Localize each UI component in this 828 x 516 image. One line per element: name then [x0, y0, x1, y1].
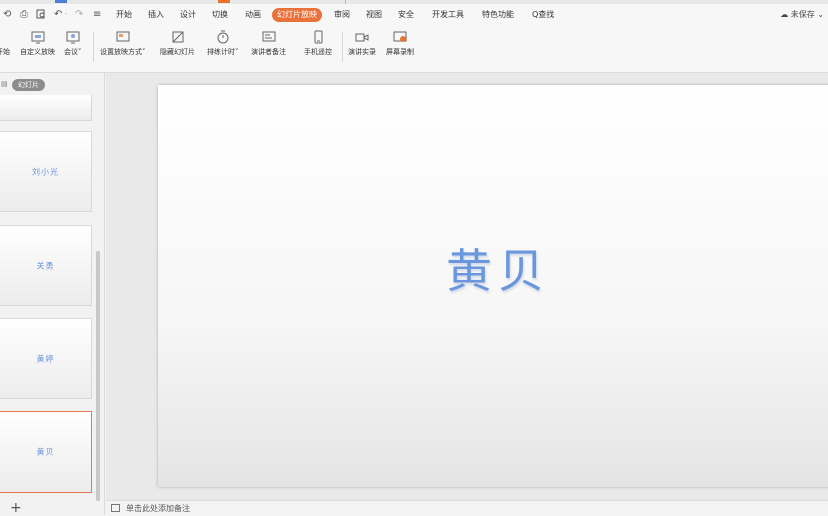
undo-icon[interactable]: ↶ — [54, 9, 62, 21]
menu-view[interactable]: 视图 — [366, 9, 382, 21]
slide-thumbnail-2[interactable]: 关勇 — [0, 225, 92, 306]
add-slide-button[interactable]: + — [10, 501, 22, 515]
menu-review[interactable]: 审阅 — [334, 9, 350, 21]
presentation-record-button[interactable]: 演讲实录 — [348, 30, 376, 57]
menu-animation[interactable]: 动画 — [245, 9, 261, 21]
ribbon-toolbar: 开始 自定义放映 会议˅ 设置放映方式˅ 隐藏幻灯片 排练计时˅ 演讲者备注 手… — [0, 26, 828, 73]
save-status-label: 未保存 — [790, 10, 815, 19]
presenter-notes-button[interactable]: 演讲者备注 — [251, 30, 286, 57]
slide-thumbnail-3[interactable]: 黄婷 — [0, 318, 92, 399]
panel-scrollbar[interactable] — [96, 251, 100, 501]
meeting-button[interactable]: 会议˅ — [64, 30, 82, 57]
custom-slideshow-button[interactable]: 自定义放映 — [20, 30, 55, 57]
thumbnail-title: 关勇 — [36, 261, 55, 270]
thumbnail-title: 黄贝 — [36, 447, 55, 457]
menu-home[interactable]: 开始 — [116, 9, 132, 21]
settings-screen-icon — [116, 31, 130, 42]
hide-slide-button[interactable]: 隐藏幻灯片 — [160, 30, 195, 57]
screen-record-icon — [393, 31, 407, 42]
customize-quick-access-icon[interactable]: ≡ — [93, 9, 101, 21]
notes-bar[interactable]: 单击此处添加备注 — [106, 500, 828, 515]
thumbnail-title: 刘小光 — [32, 167, 59, 176]
ribbon-label: 会议˅ — [64, 48, 82, 56]
outline-icon[interactable]: ▤ — [1, 80, 8, 88]
slide-thumbnail-1[interactable]: 刘小光 — [0, 131, 92, 212]
slide-thumbnail-partial[interactable] — [0, 95, 92, 121]
screen-record-button[interactable]: 屏幕录制 — [386, 30, 414, 57]
ribbon-label: 自定义放映 — [20, 48, 55, 56]
ribbon-separator — [342, 32, 343, 62]
ribbon-label: 演讲者备注 — [251, 48, 286, 56]
slideshow-settings-button[interactable]: 设置放映方式˅ — [100, 30, 146, 57]
search-button[interactable]: Q查找 — [532, 9, 554, 21]
ribbon-label: 开始 — [0, 48, 10, 56]
menu-insert[interactable]: 插入 — [148, 9, 164, 21]
ribbon-label: 隐藏幻灯片 — [160, 48, 195, 56]
slide-canvas[interactable]: 黄贝 — [158, 85, 828, 487]
cloud-icon: ☁ — [780, 10, 789, 19]
ribbon-label: 手机遥控 — [304, 48, 332, 56]
ribbon-label: 排练计时˅ — [207, 48, 239, 56]
timer-icon — [217, 30, 229, 44]
ribbon-label: 屏幕录制 — [386, 48, 414, 56]
menu-special-features[interactable]: 特色功能 — [482, 9, 514, 21]
sync-icon[interactable]: ⟲ — [3, 9, 11, 21]
presenter-notes-icon — [262, 31, 275, 42]
menu-transition[interactable]: 切换 — [212, 9, 228, 21]
ribbon-label: 演讲实录 — [348, 48, 376, 56]
phone-remote-button[interactable]: 手机遥控 — [304, 30, 332, 57]
redo-icon[interactable]: ↷ — [75, 9, 83, 21]
menu-slideshow[interactable]: 幻灯片放映 — [272, 8, 322, 22]
tab-indicator-active — [218, 0, 230, 3]
slide-thumbnail-4[interactable]: 黄贝 — [0, 411, 92, 493]
menu-design[interactable]: 设计 — [180, 9, 196, 21]
chevron-down-icon: ⌄ — [817, 10, 824, 19]
menu-security[interactable]: 安全 — [398, 9, 414, 21]
tab-slides[interactable]: 幻灯片 — [12, 79, 45, 91]
slide-thumbnail-panel: ▤ 幻灯片 刘小光 关勇 黄婷 黄贝 + — [0, 73, 105, 515]
slide-editing-area: 黄贝 — [106, 73, 828, 500]
hide-slide-icon — [172, 31, 183, 43]
ribbon-label: 设置放映方式˅ — [100, 48, 146, 56]
notes-icon — [111, 504, 120, 512]
meeting-icon — [66, 31, 80, 44]
ribbon-separator — [93, 32, 94, 62]
rehearse-timing-button[interactable]: 排练计时˅ — [207, 30, 239, 57]
thumbnail-title: 黄婷 — [36, 354, 55, 363]
menu-bar: ⟲ ⎙ ↶ · ↷ ≡ 开始 插入 设计 切换 动画 幻灯片放映 审阅 视图 安… — [0, 4, 828, 26]
slide-title[interactable]: 黄贝 — [158, 235, 828, 301]
play-icon — [0, 30, 10, 44]
phone-icon — [314, 30, 323, 44]
menu-developer-tools[interactable]: 开发工具 — [432, 9, 464, 21]
print-preview-icon[interactable] — [36, 9, 46, 23]
video-camera-icon — [355, 33, 369, 42]
undo-dropdown-icon[interactable]: · — [65, 9, 67, 21]
start-slideshow-button[interactable]: 开始 — [0, 30, 10, 57]
save-status[interactable]: ☁ 未保存 ⌄ — [780, 9, 824, 21]
notes-placeholder[interactable]: 单击此处添加备注 — [126, 503, 190, 514]
tab-indicator — [55, 0, 67, 3]
custom-slideshow-icon — [31, 31, 44, 44]
print-icon[interactable]: ⎙ — [20, 9, 28, 21]
